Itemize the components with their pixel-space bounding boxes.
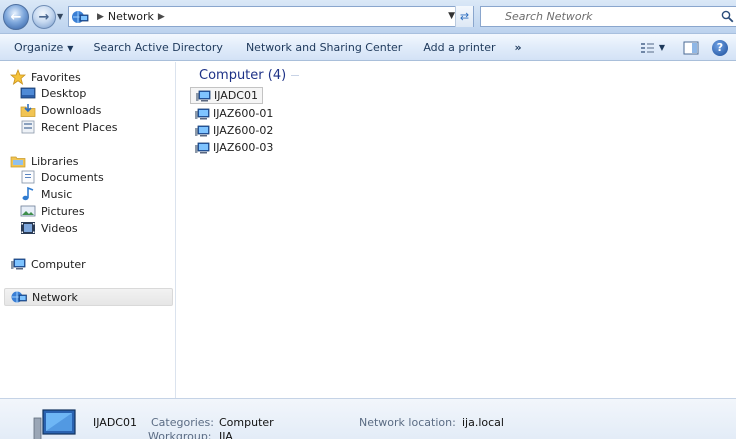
organize-label: Organize [14, 40, 64, 54]
back-button[interactable]: ← [3, 4, 29, 30]
computer-icon [195, 125, 210, 136]
search-input[interactable]: Search Network [480, 6, 736, 27]
star-icon [10, 69, 26, 85]
group-header-computer[interactable]: Computer (4) [199, 68, 300, 83]
pictures-icon [20, 205, 36, 217]
sidebar-item-label: Libraries [31, 154, 79, 168]
documents-icon [21, 170, 35, 184]
sidebar-item-label: Computer [31, 257, 86, 271]
sidebar-item-label: Videos [41, 221, 78, 235]
navigation-pane: Favorites Desktop Downloads Recent Place… [0, 62, 176, 398]
sidebar-item-videos[interactable]: Videos [20, 219, 78, 237]
list-item-label: IJAZ600-03 [213, 141, 274, 154]
sidebar-item-label: Downloads [41, 103, 102, 117]
more-commands-button[interactable]: » [515, 41, 522, 54]
computer-icon [195, 142, 210, 153]
sidebar-item-recent-places[interactable]: Recent Places [20, 118, 118, 136]
breadcrumb-network[interactable]: Network [108, 10, 154, 23]
details-workgroup-value: IJA [219, 430, 233, 439]
organize-button[interactable]: Organize ▼ [14, 41, 73, 54]
sidebar-item-label: Documents [41, 170, 104, 184]
sidebar-item-label: Desktop [41, 86, 87, 100]
computer-icon [196, 90, 211, 101]
details-categories-label: Categories: [151, 416, 214, 429]
network-icon [11, 291, 27, 303]
sidebar-item-pictures[interactable]: Pictures [20, 202, 85, 220]
forward-arrow-icon: → [38, 9, 50, 25]
list-item[interactable]: IJAZ600-03 [190, 139, 277, 156]
sidebar-item-label: Pictures [41, 204, 85, 218]
computer-icon [195, 108, 210, 119]
list-item-label: IJAZ600-02 [213, 124, 274, 137]
command-toolbar: Organize ▼ Search Active Directory Networ… [0, 34, 736, 61]
address-row: ← → ▼ ▶ Network ▶ ▼ ⇄ Search Network [0, 0, 736, 34]
music-icon [22, 186, 34, 201]
network-icon [72, 10, 89, 23]
list-item[interactable]: IJADC01 [190, 87, 263, 104]
computer-icon [33, 409, 76, 439]
sidebar-item-label: Network [32, 290, 78, 304]
desktop-icon [20, 87, 36, 99]
preview-pane-icon[interactable] [683, 41, 699, 55]
recent-places-icon [21, 120, 35, 134]
forward-button[interactable]: → [32, 5, 56, 29]
search-active-directory-button[interactable]: Search Active Directory [93, 41, 223, 54]
search-placeholder: Search Network [505, 10, 593, 23]
computer-icon [11, 258, 26, 270]
videos-icon [21, 222, 35, 234]
sidebar-item-computer[interactable]: Computer [10, 255, 86, 273]
sidebar-item-network[interactable]: Network [4, 288, 173, 306]
back-arrow-icon: ← [10, 9, 22, 25]
address-bar[interactable]: ▶ Network ▶ ▼ ⇄ [68, 6, 474, 27]
toolbar-right-group: ▼ ? [640, 34, 736, 61]
network-sharing-center-button[interactable]: Network and Sharing Center [246, 41, 402, 54]
group-divider [291, 75, 300, 76]
libraries-icon [10, 156, 26, 168]
details-pane: IJADC01 Categories: Computer Workgroup: … [0, 398, 736, 439]
recent-pages-dropdown[interactable]: ▼ [57, 12, 63, 21]
details-categories-value: Computer [219, 416, 274, 429]
refresh-icon[interactable]: ⇄ [455, 6, 473, 27]
sidebar-item-label: Music [41, 187, 73, 201]
list-item-label: IJAZ600-01 [213, 107, 274, 120]
details-item-name: IJADC01 [93, 416, 137, 429]
sidebar-item-label: Favorites [31, 70, 81, 84]
chevron-down-icon: ▼ [67, 43, 74, 53]
file-list-view: Computer (4) IJADC01 IJAZ600-01 IJAZ600-… [177, 62, 736, 398]
group-title: Computer (4) [199, 68, 287, 83]
views-dropdown-icon[interactable]: ▼ [659, 43, 665, 52]
sidebar-item-documents[interactable]: Documents [20, 168, 104, 186]
list-item[interactable]: IJAZ600-02 [190, 122, 277, 139]
address-dropdown-icon[interactable]: ▼ [448, 11, 455, 21]
sidebar-item-label: Recent Places [41, 120, 118, 134]
sidebar-item-music[interactable]: Music [20, 185, 72, 203]
details-location-label: Network location: [359, 416, 456, 429]
downloads-icon [20, 104, 36, 117]
breadcrumb-separator[interactable]: ▶ [97, 12, 104, 22]
list-item-label: IJADC01 [214, 89, 258, 102]
breadcrumb-separator[interactable]: ▶ [158, 12, 165, 22]
details-location-value: ija.local [462, 416, 504, 429]
details-workgroup-label: Workgroup: [148, 430, 212, 439]
sidebar-item-desktop[interactable]: Desktop [20, 84, 86, 102]
help-icon[interactable]: ? [712, 39, 728, 56]
sidebar-item-downloads[interactable]: Downloads [20, 101, 101, 119]
list-item[interactable]: IJAZ600-01 [190, 105, 277, 122]
change-view-icon[interactable] [640, 41, 656, 55]
search-icon[interactable] [721, 10, 734, 23]
add-printer-button[interactable]: Add a printer [423, 41, 495, 54]
